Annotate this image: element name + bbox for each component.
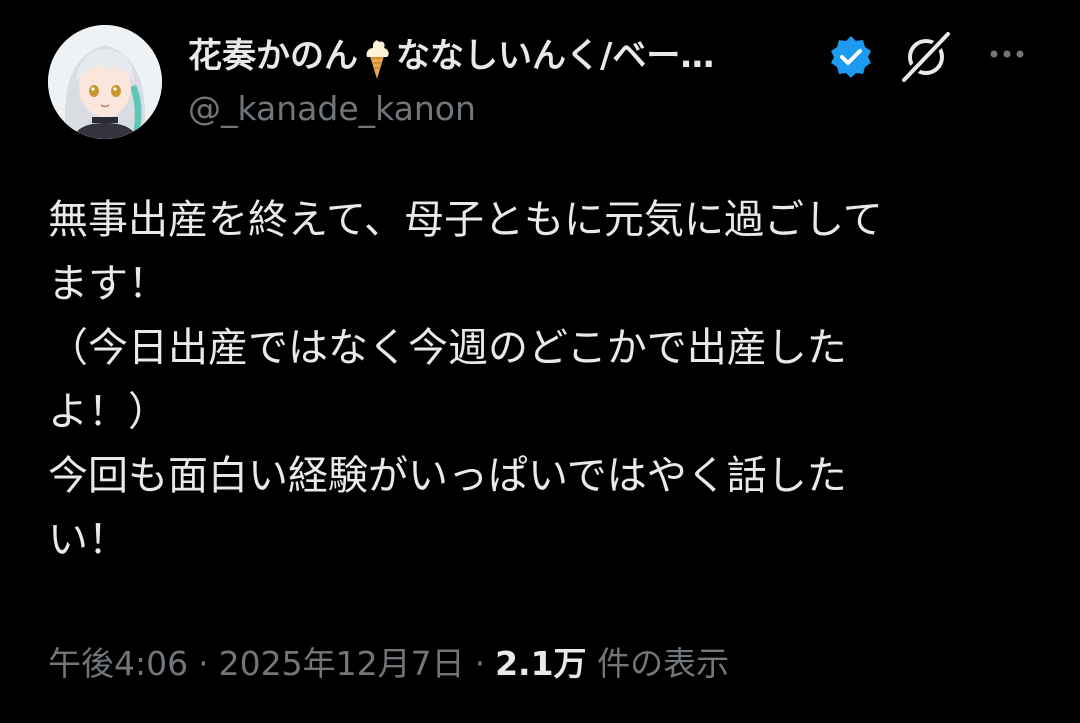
post-meta: 午後4:06 · 2025年12月7日 · 2.1万 件の表示 bbox=[48, 640, 729, 688]
author-name-main: 花奏かのん bbox=[188, 36, 358, 76]
tweet: 花奏かのん ななしいんく/ベー… @_kanade_kanon 無事出産を終えて… bbox=[0, 0, 1080, 723]
more-options-icon[interactable] bbox=[980, 36, 1040, 72]
meta-separator: · bbox=[474, 644, 486, 683]
grok-icon[interactable] bbox=[896, 28, 956, 84]
verified-badge-icon[interactable] bbox=[828, 34, 874, 80]
views-count[interactable]: 2.1万 bbox=[495, 644, 586, 683]
avatar-illustration bbox=[48, 25, 162, 139]
soft-ice-cream-icon bbox=[362, 36, 392, 80]
author-handle[interactable]: @_kanade_kanon bbox=[188, 86, 476, 132]
post-time[interactable]: 午後4:06 bbox=[48, 644, 188, 683]
author-display-name[interactable]: 花奏かのん ななしいんく/ベー… bbox=[188, 30, 714, 82]
meta-separator: · bbox=[198, 644, 209, 683]
avatar[interactable] bbox=[48, 25, 162, 139]
post-text: 無事出産を終えて、母子ともに元気に過ごして ます！ （今日出産ではなく今週のどこ… bbox=[48, 197, 883, 563]
post-date[interactable]: 2025年12月7日 bbox=[219, 644, 465, 683]
views-label: 件の表示 bbox=[597, 644, 730, 683]
author-name-rest: ななしいんく/ベー… bbox=[396, 36, 715, 76]
